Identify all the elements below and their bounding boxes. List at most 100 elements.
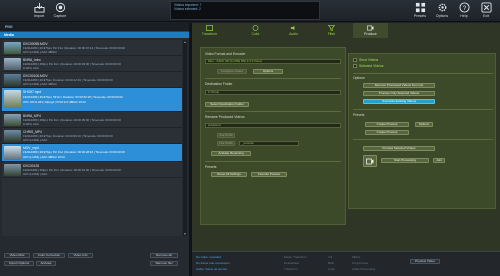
overwrite-existing-button[interactable]: Overwrite Existing Videos (363, 99, 435, 104)
summary-item: No video: rescaled (196, 255, 221, 259)
suffix-field[interactable]: _encode (239, 141, 299, 146)
divider (205, 78, 341, 79)
summary-item: Mode: Transform (284, 255, 307, 259)
send-videos-checkbox[interactable] (353, 58, 357, 62)
divider (205, 111, 341, 112)
create-process-button[interactable]: Create Process (365, 122, 409, 127)
video-thumbnail (4, 130, 21, 142)
scroll-down-icon[interactable]: ▼ (183, 232, 187, 236)
options-label: Options (435, 14, 449, 18)
media-panel: PNG Media DSC00095.MOV 1920x1080 | 29.97… (0, 23, 189, 276)
tab-transform[interactable]: Transform (192, 23, 227, 38)
selected-videos-checkbox[interactable] (353, 64, 357, 68)
activate-button[interactable]: Activate (36, 261, 56, 266)
format-select[interactable]: Mov - XAVC HD (H.264) 8bit 4:2:2 Fixed (205, 59, 341, 64)
tab-filter[interactable]: Filter (314, 23, 349, 38)
audio-icon (290, 25, 295, 31)
rename-heading: Rename Produced Videos (205, 115, 245, 119)
media-info: 1920x1080 | 29.97fps | Pic Fmt | Duratio… (23, 150, 125, 154)
color-correction-button[interactable]: Color Correction (33, 253, 65, 258)
media-item[interactable]: DSC00095.MOV 1920x1080 | 29.97fps | Pic … (2, 40, 182, 56)
import-options-button[interactable]: Import Options (4, 261, 34, 266)
media-item[interactable]: BNRA_MP4 1920x1080 | 25fps | Pic Fmt | D… (2, 112, 182, 128)
presets-button[interactable]: Presets (409, 1, 431, 21)
tab-audio[interactable]: Audio (276, 23, 311, 38)
rename-field[interactable]: produced (205, 123, 341, 128)
tab-produce-label: Produce (364, 32, 377, 36)
media-codec: AVC 100 H.264 | Mpeg2 | PCM 2ch 48KHz 16… (23, 100, 86, 104)
media-codec: AVC (H.264) | AAC 48KHz 16 bit (23, 155, 65, 159)
summary-item: Deinterlace (284, 261, 300, 265)
options-button[interactable]: Options (431, 1, 453, 21)
import-button[interactable]: Import (28, 1, 50, 21)
select-destination-button[interactable]: Select Destination Folder (205, 102, 249, 107)
produce-icon (367, 25, 374, 31)
presets-heading: Presets (205, 165, 217, 169)
start-processing-button[interactable]: Start Processing (381, 158, 429, 163)
join-button[interactable]: Join (433, 158, 445, 163)
help-icon: ? (458, 2, 470, 13)
remove-processed-button[interactable]: Remove Processed Videos from List (363, 83, 435, 88)
divider (353, 139, 493, 140)
media-item[interactable]: DSC00106.MOV 1920x1080 | 29.97fps | Dura… (2, 72, 182, 88)
divider (353, 73, 493, 74)
send-videos-label: Send Videos (359, 58, 379, 62)
remove-all-button[interactable]: Remove All (150, 253, 178, 258)
help-label: Help (460, 14, 468, 18)
destination-heading: Destination Folder (205, 82, 233, 86)
preview-video-button[interactable]: Preview Video (410, 259, 440, 264)
tab-png[interactable]: PNG (3, 23, 15, 29)
summary-item: Transform (284, 267, 298, 271)
format-heading: Video Format and Encoder (205, 52, 246, 56)
process-icon (366, 158, 374, 165)
media-codec: AVC (H.264) | AAC 48KHz (23, 50, 57, 54)
video-thumbnail (4, 90, 21, 108)
preview-selected-button[interactable]: Preview Selected Videos (363, 146, 435, 151)
video-thumbnail (4, 146, 21, 160)
top-toolbar: Import Capture Videos imported: 7 Videos… (0, 0, 500, 22)
tab-produce[interactable]: Produce (353, 23, 388, 38)
presets-sub-heading: Presets (353, 113, 365, 117)
process-selected-button[interactable]: Process Only Selected Videos (363, 91, 435, 96)
media-item[interactable]: BNRA_Intro 1920x1080 | 25fps | Pic Fmt |… (2, 56, 182, 72)
produce-panel: Transform Color Audio Filter Produce Vid… (192, 23, 500, 276)
create-process-button-2[interactable]: Create Process (365, 130, 409, 135)
settings-summary-bar: No video: rescaled No frame rate convers… (192, 251, 500, 276)
media-item[interactable]: CHRIS_MP4 1920x1080 | 29.97fps | Duratio… (2, 128, 182, 144)
process-options-button[interactable]: Options (415, 122, 433, 127)
summary-item: Audio Processing (352, 267, 376, 271)
presets-label: Presets (413, 14, 427, 18)
configure-codec-button[interactable]: Configure Codec (217, 69, 247, 74)
favorite-presets-button[interactable]: Favorite Presets (251, 172, 287, 177)
scroll-up-icon[interactable]: ▲ (183, 40, 187, 44)
remove-selected-button[interactable]: Remove Sel (150, 261, 178, 266)
destination-field[interactable]: C:\Temp (205, 90, 341, 95)
produce-settings-panel: Video Format and Encoder Mov - XAVC HD (… (200, 47, 346, 225)
video-info-button[interactable]: Video Info (68, 253, 93, 258)
import-icon (33, 2, 45, 13)
media-scrollbar[interactable]: ▲ ▼ (183, 40, 187, 236)
exit-button[interactable]: Exit (475, 1, 497, 21)
media-codec: AVC (H.264) | AAC 48KHz (23, 82, 57, 86)
media-codec: H.264 | AAC (23, 66, 39, 70)
media-title: DSC00106.MOV (23, 73, 48, 78)
capture-label: Capture (53, 14, 67, 18)
left-tabs: PNG (0, 23, 189, 32)
help-button[interactable]: ? Help (453, 1, 475, 21)
video-mod-button[interactable]: Video Mod (4, 253, 30, 258)
capture-button[interactable]: Capture (49, 1, 71, 21)
reset-all-settings-button[interactable]: Reset All Settings (211, 172, 247, 177)
media-item[interactable]: SHO87.mp4 1920x1080 | 29.97fps | 59 Hz |… (2, 88, 182, 112)
use-suffix-button[interactable]: Use Suffix (217, 141, 235, 146)
media-item[interactable]: MOV_mp4 1920x1080 | 29.97fps | Pic Fmt |… (2, 144, 182, 162)
use-prefix-button[interactable]: Use Prefix (217, 133, 235, 138)
activate-renaming-button[interactable]: Activate Renaming (211, 151, 251, 156)
summary-item: 4:3 (328, 255, 333, 259)
tab-color[interactable]: Color (238, 23, 273, 38)
processing-indicator[interactable] (363, 155, 377, 167)
media-title: SHO87.mp4 (23, 89, 42, 94)
media-item[interactable]: DSC00125 1920x1080 | 25fps | Pic Fmt | D… (2, 162, 182, 178)
exit-icon (480, 2, 492, 13)
tab-transform-label: Transform (201, 32, 218, 36)
format-options-button[interactable]: Options (253, 69, 283, 74)
